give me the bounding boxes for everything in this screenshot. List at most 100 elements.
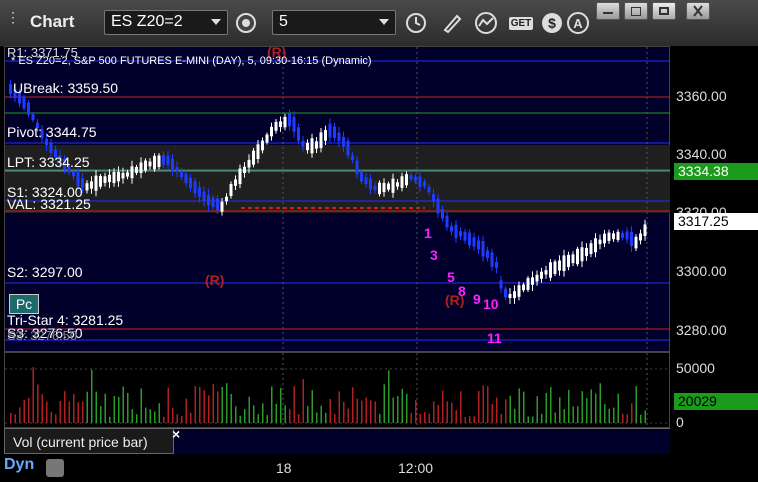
candle-body bbox=[450, 226, 453, 232]
candle-body bbox=[319, 132, 323, 148]
volume-bar bbox=[194, 386, 196, 423]
candle-body bbox=[99, 176, 102, 187]
volume-bar bbox=[568, 389, 570, 423]
volume-series bbox=[10, 367, 646, 423]
volume-bar bbox=[514, 408, 516, 423]
volume-bar bbox=[77, 402, 79, 423]
candle-body bbox=[643, 224, 647, 237]
volume-chart[interactable] bbox=[4, 352, 671, 429]
settings-icon[interactable] bbox=[46, 459, 64, 477]
candle-body bbox=[157, 155, 161, 167]
time-axis: 18 12:00 bbox=[0, 454, 758, 482]
interval-combo[interactable]: 5 bbox=[272, 10, 396, 35]
volume-bar bbox=[626, 414, 628, 423]
get-label: GET bbox=[508, 16, 534, 30]
volume-bar bbox=[82, 401, 84, 423]
volume-bar bbox=[253, 405, 255, 423]
candle-body bbox=[378, 182, 381, 195]
window-title: Chart bbox=[30, 12, 75, 31]
volume-bar bbox=[370, 400, 372, 423]
candle-body bbox=[369, 178, 372, 190]
gear-icon[interactable] bbox=[232, 10, 260, 36]
restore-button[interactable] bbox=[624, 2, 648, 20]
price-axis[interactable]: 3360.00 3340.00 3320.00 3300.00 3280.00 bbox=[670, 46, 758, 352]
price-tick: 3280.00 bbox=[676, 322, 727, 338]
price-chart[interactable]: R1: 3371.75 (R) * ES Z20=2, S&P 500 FUTU… bbox=[4, 44, 671, 353]
drag-grip-icon[interactable]: ⋮ bbox=[6, 10, 20, 31]
volume-bar bbox=[320, 405, 322, 423]
volume-bar bbox=[343, 401, 345, 423]
volume-value-tag: 20029 bbox=[674, 393, 758, 410]
candle-body bbox=[639, 233, 642, 241]
count-label: 5 bbox=[447, 269, 455, 285]
pc-badge[interactable]: Pc bbox=[9, 294, 39, 314]
maximize-button[interactable] bbox=[652, 2, 676, 20]
volume-bar bbox=[293, 386, 295, 423]
candle-body bbox=[229, 184, 233, 196]
candle-body bbox=[495, 261, 498, 269]
candle-body bbox=[274, 121, 278, 131]
svg-text:A: A bbox=[573, 16, 583, 31]
volume-bar bbox=[163, 416, 165, 423]
volume-panel-tab[interactable]: Vol (current price bar) bbox=[4, 428, 174, 454]
candle-body bbox=[117, 171, 120, 182]
level-label-lpt: LPT: 3334.25 bbox=[7, 154, 90, 170]
volume-bar bbox=[316, 412, 318, 423]
volume-bar bbox=[505, 399, 507, 423]
candle-body bbox=[382, 182, 386, 193]
volume-bar bbox=[415, 400, 417, 423]
close-button[interactable] bbox=[686, 2, 710, 20]
candle-body bbox=[265, 134, 269, 143]
candle-body bbox=[9, 84, 12, 94]
pencil-icon[interactable] bbox=[438, 10, 466, 36]
candle-body bbox=[355, 160, 359, 175]
candle-body bbox=[216, 198, 219, 211]
candle-body bbox=[526, 278, 530, 290]
minimize-button[interactable] bbox=[596, 2, 620, 20]
candle-body bbox=[126, 172, 129, 177]
level-label-s3-partial: S3: 3276.50 bbox=[7, 328, 78, 343]
volume-bar bbox=[176, 414, 178, 423]
volume-bar bbox=[131, 409, 133, 423]
price-tick: 3300.00 bbox=[676, 263, 727, 279]
count-label: 3 bbox=[430, 247, 438, 263]
volume-bar bbox=[203, 390, 205, 423]
get-icon[interactable]: GET bbox=[506, 10, 536, 36]
candle-body bbox=[148, 161, 152, 167]
candle-body bbox=[49, 142, 53, 153]
price-tick: 3340.00 bbox=[676, 146, 727, 162]
count-label: 1 bbox=[424, 225, 432, 241]
candle-body bbox=[567, 254, 570, 268]
volume-bar bbox=[325, 412, 327, 423]
volume-bar bbox=[563, 409, 565, 423]
clock-icon[interactable] bbox=[402, 10, 430, 36]
candle-body bbox=[193, 181, 197, 194]
candle-body bbox=[571, 254, 575, 264]
dollar-icon[interactable]: $ bbox=[538, 10, 566, 36]
volume-bar bbox=[541, 413, 543, 423]
level-label-s2: S2: 3297.00 bbox=[7, 264, 83, 280]
volume-bar bbox=[145, 407, 147, 423]
candle-body bbox=[558, 260, 561, 271]
candle-body bbox=[72, 171, 75, 177]
candle-body bbox=[553, 261, 557, 274]
symbol-combo[interactable]: ES Z20=2 bbox=[104, 10, 228, 35]
candle-body bbox=[135, 166, 138, 174]
volume-bar bbox=[190, 412, 192, 423]
candle-body bbox=[387, 183, 390, 190]
candle-body bbox=[225, 196, 228, 202]
volume-bar bbox=[644, 410, 646, 423]
candle-body bbox=[288, 113, 291, 127]
close-icon[interactable]: × bbox=[172, 426, 180, 442]
line-study-icon[interactable] bbox=[472, 10, 500, 36]
volume-bar bbox=[86, 391, 88, 423]
candle-body bbox=[364, 177, 368, 185]
candle-body bbox=[180, 170, 183, 178]
volume-bar bbox=[311, 390, 313, 423]
volume-bar bbox=[613, 407, 615, 423]
candle-body bbox=[162, 155, 165, 165]
a-icon[interactable]: A bbox=[564, 10, 592, 36]
candle-body bbox=[400, 176, 404, 188]
candle-body bbox=[396, 182, 399, 187]
volume-bar bbox=[491, 403, 493, 423]
